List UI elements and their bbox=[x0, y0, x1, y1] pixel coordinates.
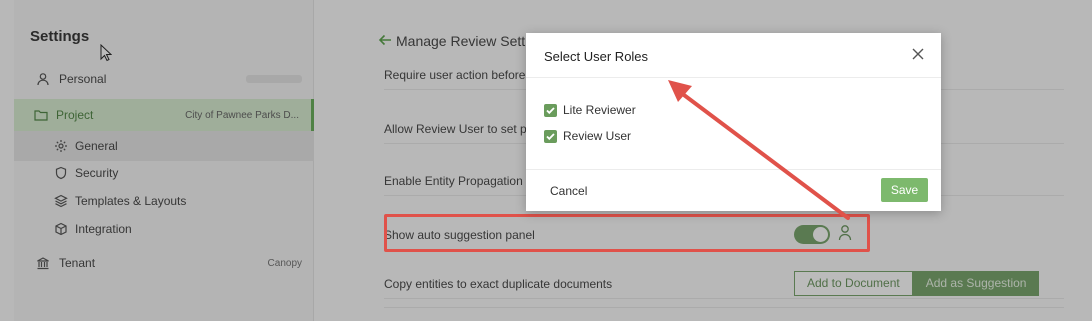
role-option-label: Lite Reviewer bbox=[563, 103, 636, 117]
dialog-header: Select User Roles bbox=[526, 33, 941, 78]
cancel-button[interactable]: Cancel bbox=[550, 184, 587, 198]
save-button[interactable]: Save bbox=[881, 178, 928, 202]
select-user-roles-dialog: Select User Roles Lite Reviewer Review U… bbox=[526, 33, 941, 211]
close-icon[interactable] bbox=[911, 47, 925, 61]
dialog-title: Select User Roles bbox=[544, 49, 649, 64]
role-option-review-user[interactable]: Review User bbox=[544, 129, 631, 143]
checkbox-checked-icon[interactable] bbox=[544, 129, 557, 143]
checkbox-checked-icon[interactable] bbox=[544, 103, 557, 117]
annotation-highlight-box bbox=[384, 214, 870, 252]
role-option-lite-reviewer[interactable]: Lite Reviewer bbox=[544, 103, 636, 117]
dialog-footer: Cancel Save bbox=[526, 169, 941, 211]
role-option-label: Review User bbox=[563, 129, 632, 143]
